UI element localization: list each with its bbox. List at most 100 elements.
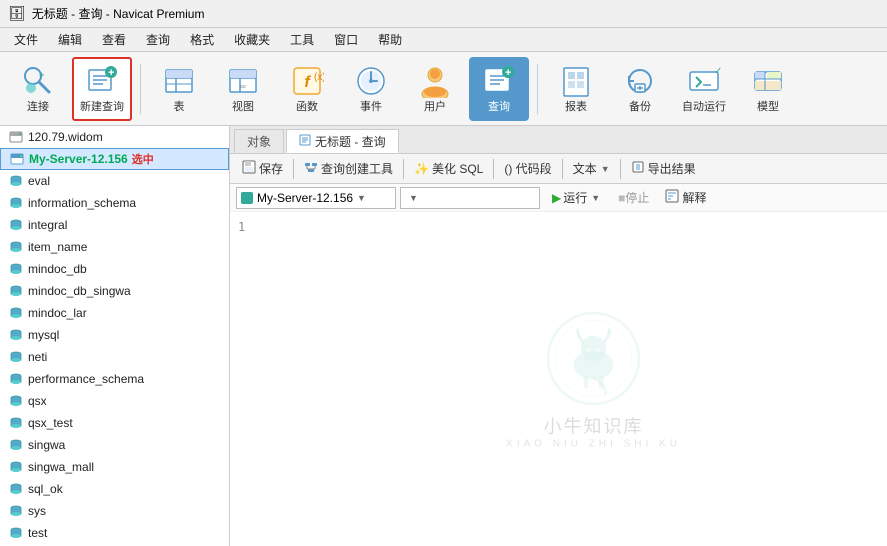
sidebar-item-singwa-mall[interactable]: singwa_mall: [0, 456, 229, 478]
stop-icon: ■: [618, 191, 625, 205]
watermark-sub-text: XIAO NIU ZHI SHI KU: [506, 439, 681, 450]
sidebar-item-sys[interactable]: sys: [0, 500, 229, 522]
report-icon: [558, 63, 594, 99]
sql-ok-label: sql_ok: [28, 482, 63, 496]
sidebar-item-my-server[interactable]: My-Server-12.156 选中: [0, 148, 229, 170]
auto-run-button[interactable]: ✓ 自动运行: [674, 57, 734, 121]
report-button[interactable]: 报表: [546, 57, 606, 121]
tab-query-label: 无标题 - 查询: [315, 133, 386, 150]
code-snippet-button[interactable]: () 代码段: [498, 157, 557, 181]
function-label: 函数: [296, 101, 318, 114]
sidebar-item-performance[interactable]: performance_schema: [0, 368, 229, 390]
connect-icon: +: [20, 63, 56, 99]
qtb-sep2: [403, 159, 404, 179]
selected-badge: 选中: [132, 151, 154, 167]
query-editor[interactable]: 1: [230, 212, 887, 546]
sidebar-item-integral[interactable]: integral: [0, 214, 229, 236]
menu-tools[interactable]: 工具: [280, 29, 324, 50]
sidebar-item-qsx-test[interactable]: qsx_test: [0, 412, 229, 434]
mindoc-db-label: mindoc_db: [28, 262, 87, 276]
auto-run-icon: ✓: [686, 63, 722, 99]
toolbar: + 连接 + 新建查询: [0, 52, 887, 126]
query-builder-icon: [304, 160, 318, 177]
svg-text:✓: ✓: [714, 66, 721, 77]
line-number: 1: [238, 220, 245, 234]
backup-button[interactable]: 备份: [610, 57, 670, 121]
sidebar-item-singwa[interactable]: singwa: [0, 434, 229, 456]
menu-view[interactable]: 查看: [92, 29, 136, 50]
db-dropdown-arrow: ▼: [409, 193, 418, 203]
menu-window[interactable]: 窗口: [324, 29, 368, 50]
db-icon-item-name: [8, 239, 24, 255]
table-icon: [161, 63, 197, 99]
sidebar: 120.79.widom My-Server-12.156 选中 eval in…: [0, 126, 230, 546]
sidebar-item-test[interactable]: test: [0, 522, 229, 544]
connect-button[interactable]: + 连接: [8, 57, 68, 121]
sidebar-item-info-schema[interactable]: information_schema: [0, 192, 229, 214]
singwa-mall-label: singwa_mall: [28, 460, 94, 474]
svg-text:+: +: [108, 67, 114, 79]
query-label: 查询: [488, 101, 510, 114]
auto-run-label: 自动运行: [682, 101, 726, 114]
sidebar-item-eval[interactable]: eval: [0, 170, 229, 192]
query-button[interactable]: + 查询: [469, 57, 529, 121]
event-button[interactable]: 事件: [341, 57, 401, 121]
stop-button[interactable]: ■ 停止: [612, 187, 655, 208]
table-button[interactable]: 表: [149, 57, 209, 121]
menu-format[interactable]: 格式: [180, 29, 224, 50]
event-icon: [353, 63, 389, 99]
text-button[interactable]: 文本 ▼: [567, 157, 616, 181]
mindoc-lar-label: mindoc_lar: [28, 306, 87, 320]
sidebar-item-mindoc-lar[interactable]: mindoc_lar: [0, 302, 229, 324]
function-icon: f (x): [289, 63, 325, 99]
sidebar-item-mysql[interactable]: mysql: [0, 324, 229, 346]
menu-favorites[interactable]: 收藏夹: [224, 29, 280, 50]
sidebar-item-item-name[interactable]: item_name: [0, 236, 229, 258]
export-result-button[interactable]: 导出结果: [625, 157, 702, 181]
db-icon-mysql: [8, 327, 24, 343]
new-query-icon: +: [84, 63, 120, 99]
model-icon: [750, 63, 786, 99]
query-toolbar: 保存 查询创建工具 ✨ 美化 SQL () 代码段 文本 ▼: [230, 154, 887, 184]
test-label: test: [28, 526, 47, 540]
menu-bar: 文件 编辑 查看 查询 格式 收藏夹 工具 窗口 帮助: [0, 28, 887, 52]
menu-edit[interactable]: 编辑: [48, 29, 92, 50]
user-button[interactable]: 用户: [405, 57, 465, 121]
mysql-label: mysql: [28, 328, 59, 342]
svg-text:+: +: [505, 67, 511, 79]
db-icon-qsx-test: [8, 415, 24, 431]
menu-file[interactable]: 文件: [4, 29, 48, 50]
export-result-label: 导出结果: [648, 160, 696, 177]
sidebar-item-sql-ok[interactable]: sql_ok: [0, 478, 229, 500]
sidebar-item-mindoc-db-singwa[interactable]: mindoc_db_singwa: [0, 280, 229, 302]
performance-label: performance_schema: [28, 372, 144, 386]
qsx-label: qsx: [28, 394, 47, 408]
menu-help[interactable]: 帮助: [368, 29, 412, 50]
sidebar-item-neti[interactable]: neti: [0, 346, 229, 368]
menu-query[interactable]: 查询: [136, 29, 180, 50]
sidebar-item-widom[interactable]: 120.79.widom: [0, 126, 229, 148]
view-button[interactable]: ∞ 视图: [213, 57, 273, 121]
new-query-button[interactable]: + 新建查询: [72, 57, 132, 121]
svg-text:∞: ∞: [240, 82, 246, 91]
save-button[interactable]: 保存: [236, 157, 289, 181]
query-builder-button[interactable]: 查询创建工具: [298, 157, 399, 181]
sidebar-item-qsx[interactable]: qsx: [0, 390, 229, 412]
connection-select[interactable]: My-Server-12.156 ▼: [236, 187, 396, 209]
model-button[interactable]: 模型: [738, 57, 798, 121]
sidebar-item-mindoc-db[interactable]: mindoc_db: [0, 258, 229, 280]
database-select[interactable]: ▼: [400, 187, 540, 209]
neti-label: neti: [28, 350, 47, 364]
function-button[interactable]: f (x) 函数: [277, 57, 337, 121]
db-icon-sql-ok: [8, 481, 24, 497]
tab-object[interactable]: 对象: [234, 129, 284, 153]
code-snippet-label: () 代码段: [504, 160, 551, 177]
watermark: 小牛知识库 XIAO NIU ZHI SHI KU: [506, 309, 681, 450]
explain-button[interactable]: 解释: [659, 187, 712, 208]
tab-query[interactable]: 无标题 - 查询: [286, 129, 399, 153]
run-button[interactable]: ▶ 运行 ▼: [544, 187, 608, 208]
conn-icon: [241, 192, 253, 204]
app-icon: 🗄: [8, 5, 26, 22]
beautify-sql-button[interactable]: ✨ 美化 SQL: [408, 157, 489, 181]
info-schema-label: information_schema: [28, 196, 136, 210]
